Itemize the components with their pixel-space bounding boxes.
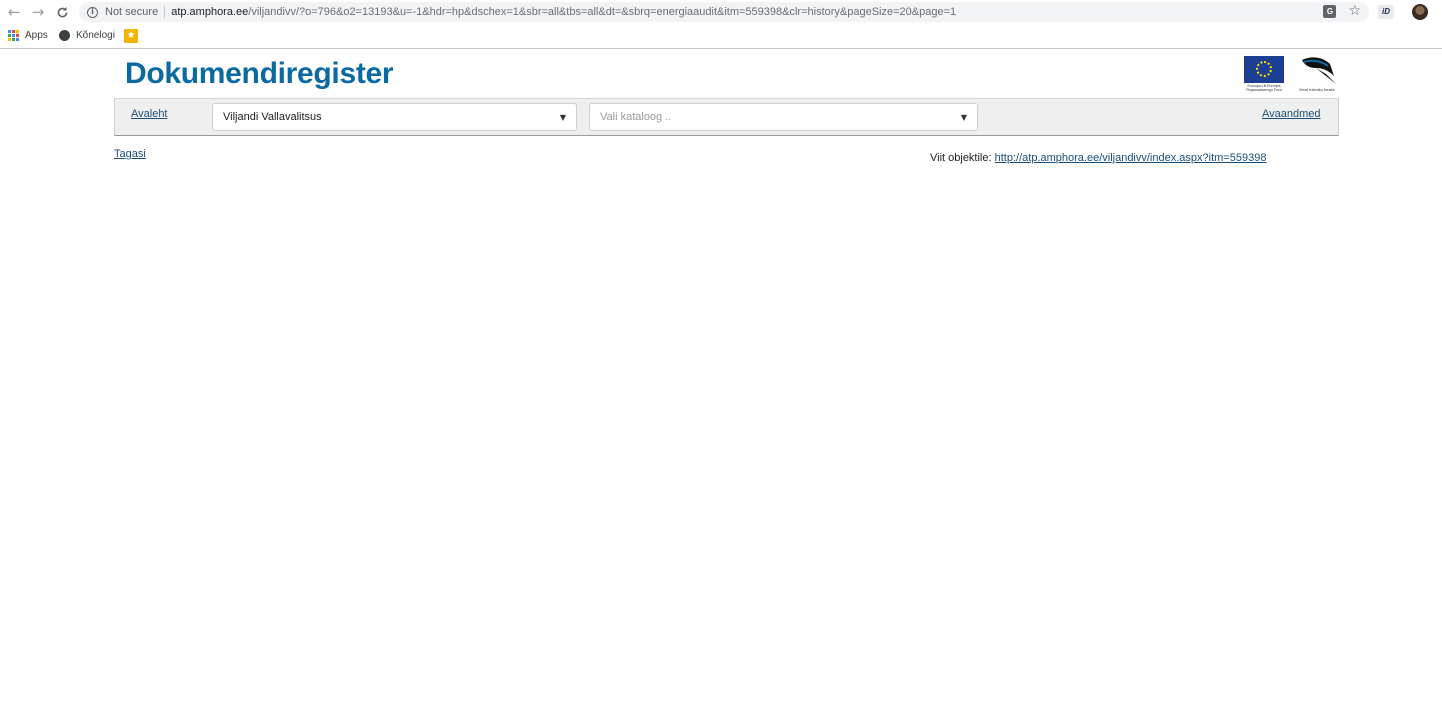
back-arrow-icon[interactable]: ← bbox=[3, 1, 25, 23]
bookmarks-bar: Apps Kõnelogi ★ bbox=[0, 26, 1442, 46]
object-link-row: Viit objektile: http://atp.amphora.ee/vi… bbox=[930, 152, 1266, 164]
object-link[interactable]: http://atp.amphora.ee/viljandivv/index.a… bbox=[995, 152, 1267, 164]
apps-grid-icon bbox=[8, 30, 19, 41]
star-bookmark-icon[interactable]: ★ bbox=[124, 29, 138, 43]
bookmark-label: Apps bbox=[25, 30, 48, 41]
info-icon[interactable]: i bbox=[87, 6, 98, 18]
swallow-icon bbox=[1302, 57, 1336, 84]
eu-flag-icon bbox=[1244, 56, 1284, 83]
caret-down-icon: ▼ bbox=[559, 113, 566, 122]
address-bar[interactable]: i Not secure atp.amphora.ee/viljandivv/?… bbox=[79, 2, 1369, 22]
catalog-select[interactable]: Vali kataloog .. ▼ bbox=[589, 103, 978, 131]
forward-arrow-icon[interactable]: → bbox=[27, 1, 49, 23]
url-host[interactable]: atp.amphora.ee bbox=[171, 6, 248, 18]
bookmark-label: Kõnelogi bbox=[76, 30, 115, 41]
open-data-link[interactable]: Avaandmed bbox=[1262, 108, 1321, 120]
object-link-label: Viit objektile: bbox=[930, 152, 992, 164]
omnibox-divider bbox=[164, 6, 166, 18]
id-extension-icon[interactable]: iD bbox=[1378, 5, 1394, 19]
home-link[interactable]: Avaleht bbox=[131, 108, 168, 120]
main-navbar: Avaleht Viljandi Vallavalitsus ▼ Vali ka… bbox=[114, 98, 1339, 136]
bookmark-apps[interactable]: Apps bbox=[8, 30, 48, 41]
site-title: Dokumendiregister bbox=[125, 57, 394, 90]
url-path[interactable]: /viljandivv/?o=796&o2=13193&u=-1&hdr=hp&… bbox=[248, 6, 956, 18]
ee-caption: Eesti tuleviku heaks bbox=[1299, 87, 1335, 92]
bookmark-konelogi[interactable]: Kõnelogi bbox=[59, 30, 115, 41]
reload-icon[interactable] bbox=[51, 1, 73, 23]
eu-caption: Euroopa Liit Euroopa Regionaalarengu Fon… bbox=[1246, 84, 1282, 92]
eu-fund-logo: Euroopa Liit Euroopa Regionaalarengu Fon… bbox=[1241, 56, 1287, 98]
bookmark-star-icon[interactable]: ☆ bbox=[1348, 4, 1361, 18]
back-link[interactable]: Tagasi bbox=[114, 148, 146, 160]
caret-down-icon: ▼ bbox=[960, 113, 967, 122]
translate-icon[interactable]: G bbox=[1323, 4, 1337, 18]
organization-select[interactable]: Viljandi Vallavalitsus ▼ bbox=[212, 103, 577, 131]
profile-avatar[interactable] bbox=[1412, 4, 1428, 20]
omnibox-actions: G ☆ bbox=[1323, 4, 1361, 18]
browser-toolbar: ← → i Not secure atp.amphora.ee/viljandi… bbox=[0, 0, 1442, 24]
estonia-swallow-logo: Eesti tuleviku heaks bbox=[1296, 56, 1338, 96]
globe-icon bbox=[59, 30, 70, 41]
security-status[interactable]: Not secure bbox=[105, 6, 158, 18]
organization-select-value: Viljandi Vallavalitsus bbox=[223, 111, 322, 123]
chrome-divider bbox=[0, 48, 1442, 49]
catalog-select-placeholder: Vali kataloog .. bbox=[600, 111, 672, 123]
